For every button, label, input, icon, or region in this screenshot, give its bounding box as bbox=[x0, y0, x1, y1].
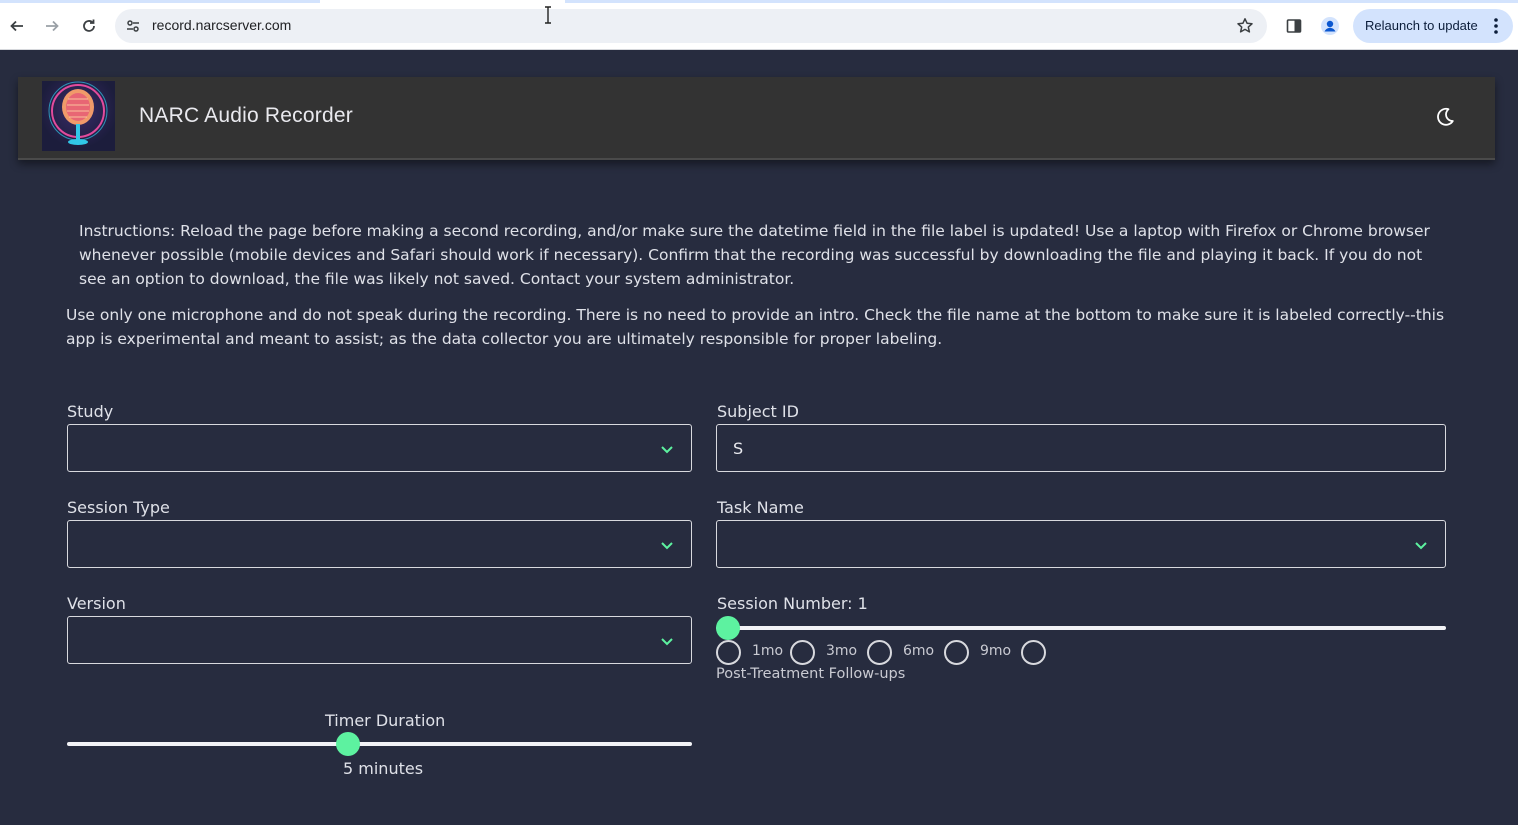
version-select[interactable] bbox=[67, 616, 692, 664]
microphone-logo-icon bbox=[48, 81, 108, 145]
relaunch-label: Relaunch to update bbox=[1365, 18, 1478, 33]
session-number-label: Session Number: 1 bbox=[717, 594, 868, 613]
task-name-select[interactable] bbox=[716, 520, 1446, 568]
followup-radio-6mo[interactable] bbox=[944, 640, 969, 665]
side-panel-button[interactable] bbox=[1281, 13, 1307, 39]
text-cursor-icon bbox=[545, 6, 551, 24]
timer-duration-label: Timer Duration bbox=[325, 711, 446, 730]
chevron-down-icon bbox=[661, 542, 673, 550]
instructions-paragraph: Instructions: Reload the page before mak… bbox=[79, 222, 1430, 288]
followup-radio-9mo[interactable] bbox=[1021, 640, 1046, 665]
profile-button[interactable] bbox=[1317, 13, 1343, 39]
side-panel-icon bbox=[1286, 19, 1302, 33]
relaunch-button[interactable]: Relaunch to update bbox=[1353, 9, 1513, 43]
timer-duration-slider-thumb[interactable] bbox=[336, 732, 361, 756]
forward-button[interactable] bbox=[39, 13, 65, 39]
profile-icon bbox=[1321, 17, 1339, 35]
followup-option-label: 3mo bbox=[826, 643, 858, 659]
session-type-label: Session Type bbox=[67, 498, 170, 517]
followup-option-label: 9mo bbox=[980, 643, 1012, 659]
followup-radio-baseline[interactable] bbox=[716, 640, 741, 665]
followup-option-label: 6mo bbox=[903, 643, 935, 659]
study-label: Study bbox=[67, 402, 114, 421]
reload-button[interactable] bbox=[76, 13, 102, 39]
moon-icon bbox=[1437, 107, 1454, 126]
back-button[interactable] bbox=[4, 13, 30, 39]
microphone-guidance-paragraph: Use only one microphone and do not speak… bbox=[66, 306, 1445, 348]
version-label: Version bbox=[67, 594, 126, 613]
task-name-label: Task Name bbox=[717, 498, 804, 517]
followup-radio-1mo[interactable] bbox=[790, 640, 815, 665]
site-settings-icon bbox=[127, 20, 139, 32]
followup-option-label: 1mo bbox=[752, 643, 784, 659]
session-type-select[interactable] bbox=[67, 520, 692, 568]
app-logo bbox=[42, 81, 115, 151]
bookmark-star-icon bbox=[1237, 18, 1253, 33]
followup-radio-3mo[interactable] bbox=[867, 640, 892, 665]
app-title: NARC Audio Recorder bbox=[139, 104, 353, 127]
session-number-slider-thumb[interactable] bbox=[716, 616, 740, 640]
theme-toggle-button[interactable] bbox=[1433, 105, 1457, 129]
back-arrow-icon bbox=[10, 20, 23, 32]
chevron-down-icon bbox=[661, 446, 673, 454]
forward-arrow-icon bbox=[46, 20, 59, 32]
study-select[interactable] bbox=[67, 424, 692, 472]
site-settings-button[interactable] bbox=[123, 16, 143, 36]
chevron-down-icon bbox=[1415, 542, 1427, 550]
session-number-slider-track[interactable] bbox=[716, 626, 1446, 630]
url-text[interactable]: record.narcserver.com bbox=[152, 17, 291, 33]
timer-duration-value: 5 minutes bbox=[343, 759, 424, 778]
browser-toolbar: record.narcserver.com Relaunch to update bbox=[0, 0, 1518, 50]
tab-strip-edge bbox=[565, 0, 1518, 3]
address-bar[interactable]: record.narcserver.com bbox=[115, 9, 1267, 43]
reload-icon bbox=[83, 19, 95, 32]
app-header: NARC Audio Recorder bbox=[18, 77, 1495, 160]
timer-duration-slider-track[interactable] bbox=[67, 742, 692, 746]
more-vert-icon[interactable] bbox=[1487, 17, 1505, 35]
chevron-down-icon bbox=[661, 638, 673, 646]
subject-id-label: Subject ID bbox=[717, 402, 799, 421]
subject-id-input[interactable] bbox=[716, 424, 1446, 472]
bookmark-button[interactable] bbox=[1235, 16, 1255, 36]
tab-strip-edge bbox=[0, 0, 320, 3]
followup-caption: Post-Treatment Follow-ups bbox=[716, 666, 906, 682]
